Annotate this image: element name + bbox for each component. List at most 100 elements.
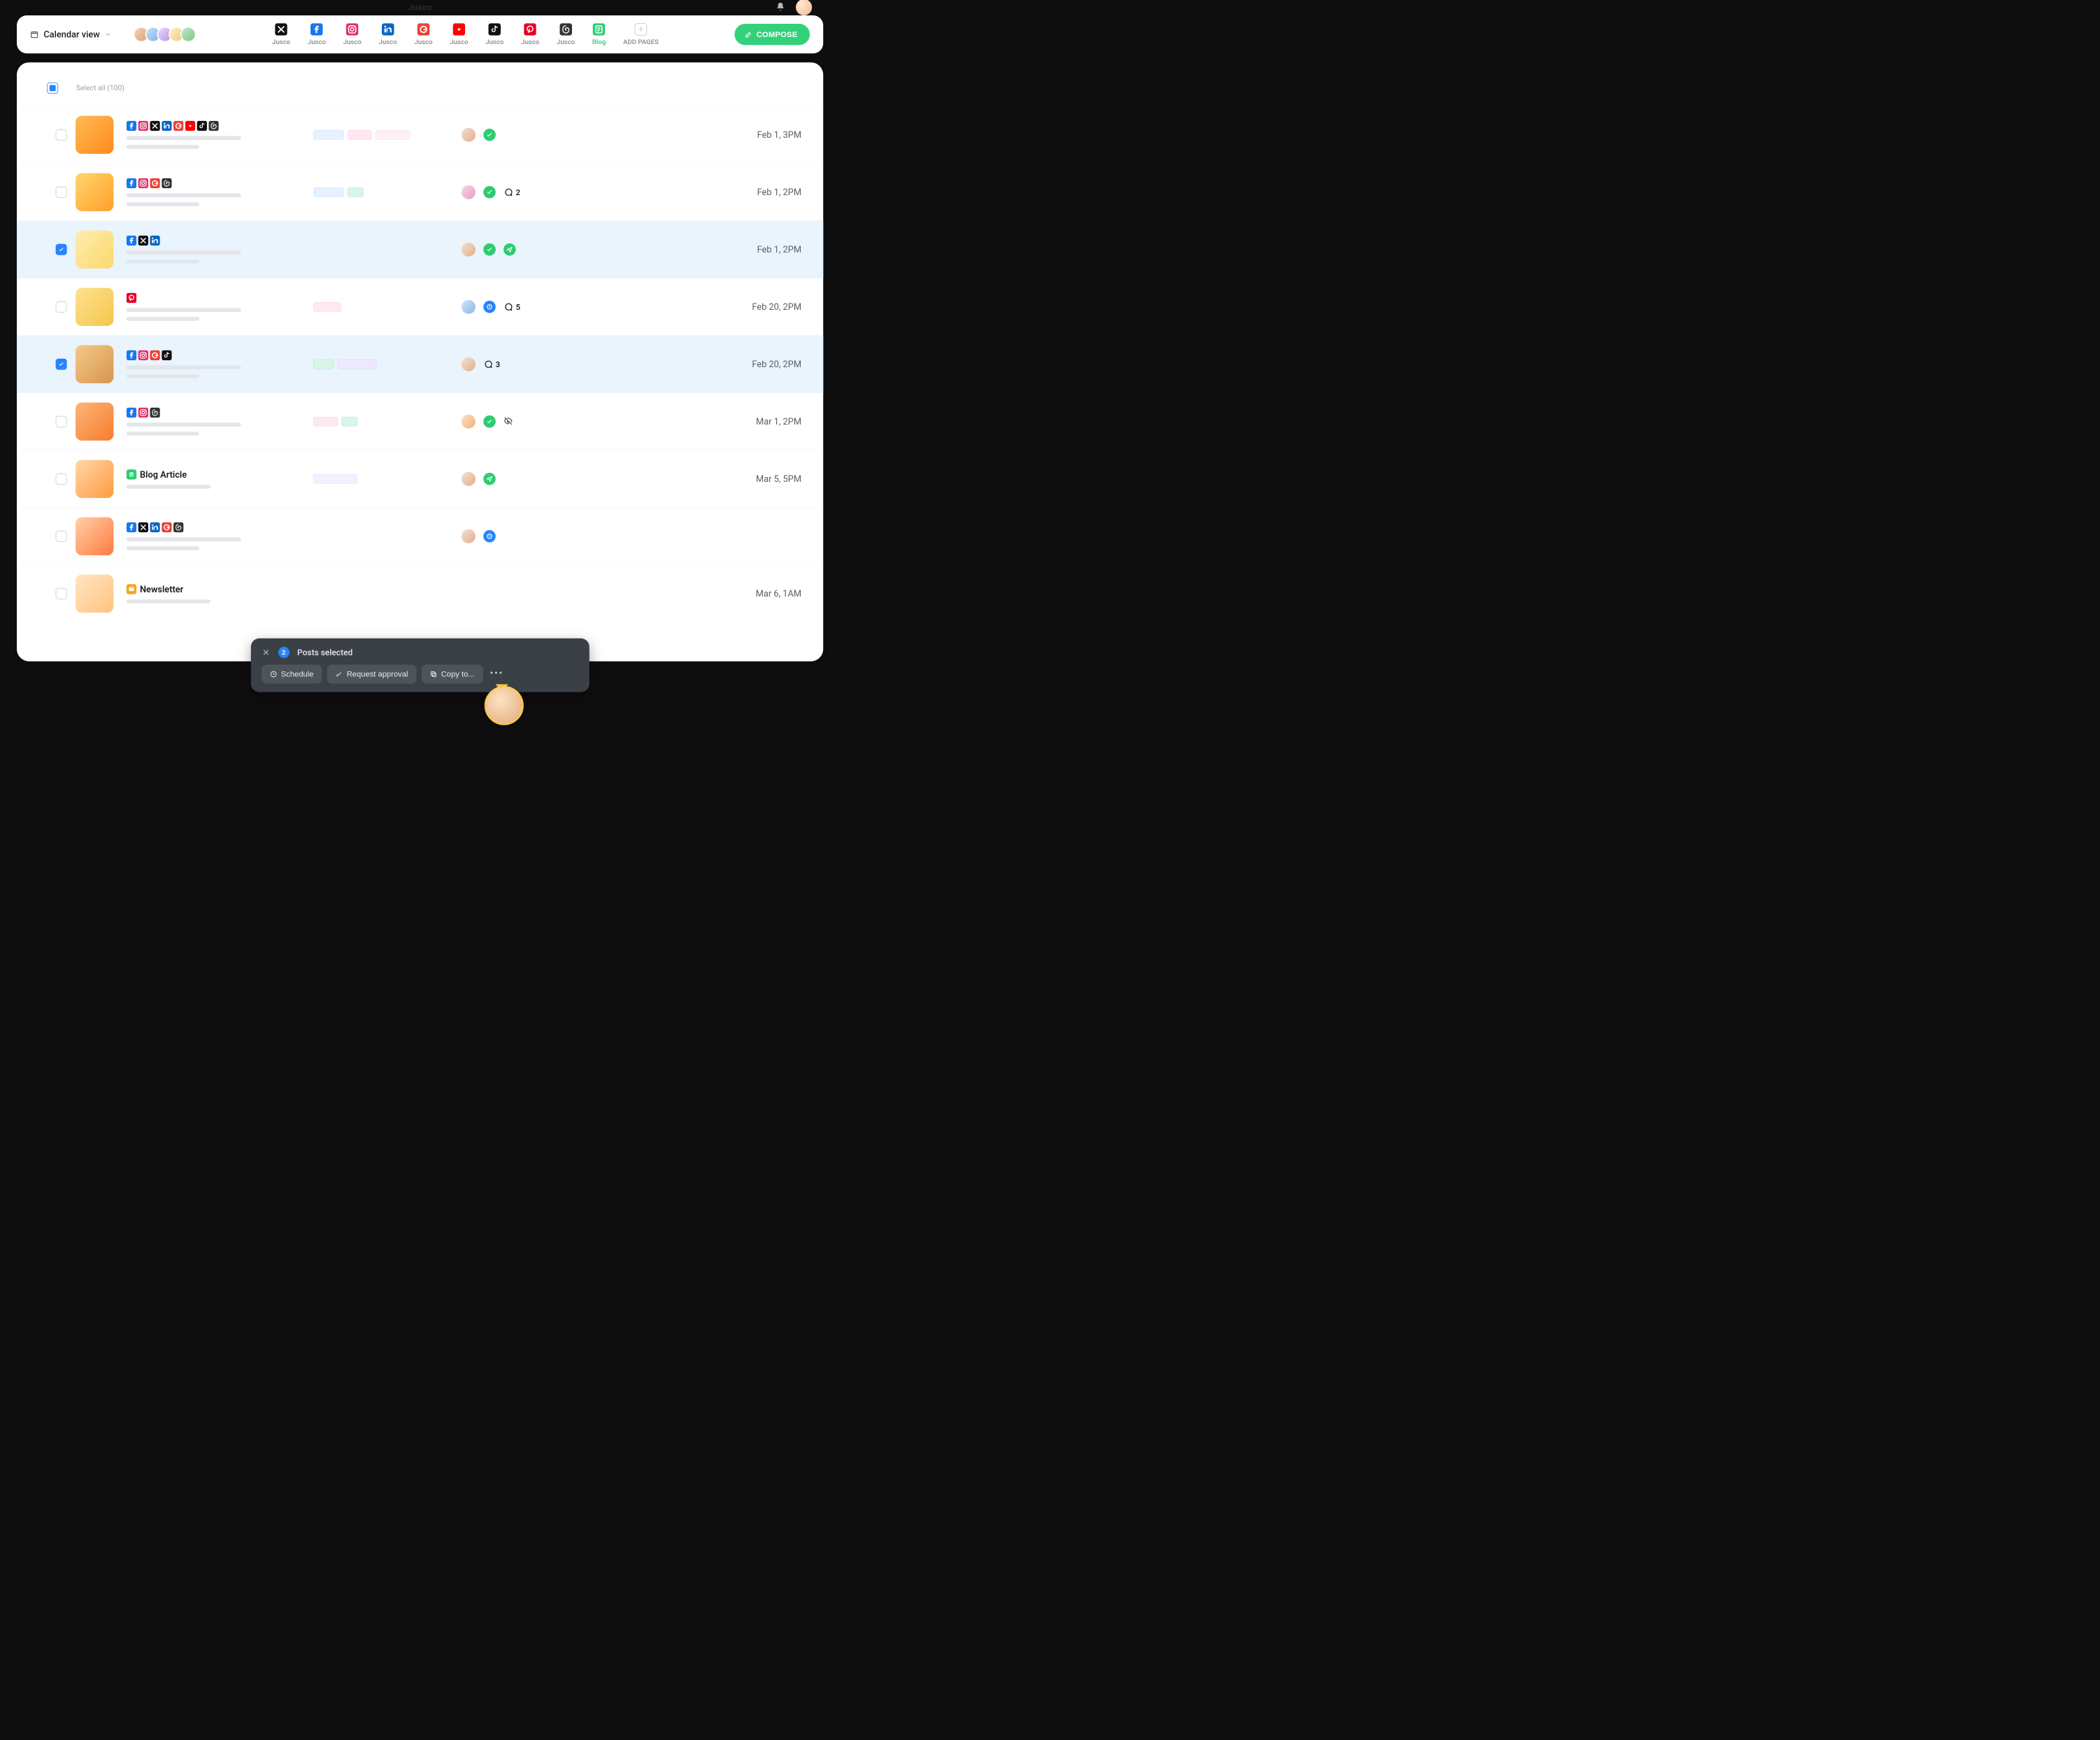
page-tab-instagram[interactable]: Jusco [343,23,362,45]
post-date: Mar 1, 2PM [607,416,803,427]
page-tab-youtube[interactable]: Jusco [450,23,468,45]
post-thumbnail[interactable] [76,288,113,326]
top-strip: Jusco [17,1,823,15]
posts-panel: Select all (100) Feb 1, 3PM2Feb 1, 2PMFe… [17,62,823,661]
bulk-action-bar: 2 Posts selected Schedule Request approv… [251,639,590,692]
post-thumbnail[interactable] [76,231,113,269]
table-row[interactable] [17,508,823,565]
tag[interactable] [376,130,410,140]
table-row[interactable]: Feb 1, 2PM [17,221,823,278]
page-tab-label: Jusco [308,38,326,45]
page-tab-label: Jusco [450,38,468,45]
assignee-avatar[interactable] [462,300,476,314]
assignee-avatar[interactable] [462,128,476,142]
status-cell [462,529,607,543]
support-avatar[interactable] [485,686,524,725]
post-thumbnail[interactable] [76,116,113,154]
copy-to-button[interactable]: Copy to... [422,664,483,683]
compose-button[interactable]: COMPOSE [735,24,810,45]
add-pages-button[interactable]: +ADD PAGES [623,23,659,45]
post-thumbnail[interactable] [76,518,113,555]
linkedin-chip-icon [162,121,171,131]
post-title: Blog Article [140,469,187,480]
pinterest-chip-icon [127,293,136,303]
post-thumbnail[interactable] [76,403,113,441]
post-thumbnail[interactable] [76,345,113,383]
row-checkbox[interactable] [56,359,67,370]
row-checkbox[interactable] [56,301,67,313]
assignee-avatar[interactable] [462,415,476,429]
comments-indicator[interactable]: 2 [503,187,520,197]
page-tab-x[interactable]: Jusco [272,23,290,45]
page-tab-blog[interactable]: Blog [592,23,606,45]
tag[interactable] [341,417,357,427]
profile-avatar[interactable] [796,0,812,15]
tag[interactable] [337,359,376,369]
post-thumbnail[interactable] [76,575,113,613]
text-placeholder [127,136,241,140]
page-tab-threads[interactable]: Jusco [557,23,575,45]
table-row[interactable]: 3Feb 20, 2PM [17,336,823,393]
page-tab-google[interactable]: Jusco [414,23,432,45]
table-row[interactable]: Blog Article Mar 5, 5PM [17,450,823,508]
page-tab-label: Jusco [379,38,397,45]
team-avatars[interactable] [134,27,197,42]
row-checkbox[interactable] [56,588,67,599]
network-chips [127,522,305,532]
row-checkbox[interactable] [56,531,67,542]
comments-indicator[interactable]: 3 [483,359,500,369]
view-switcher[interactable]: Calendar view [30,29,110,40]
tag[interactable] [348,130,372,140]
table-row[interactable]: Feb 1, 3PM [17,106,823,164]
comments-indicator[interactable]: 5 [503,302,520,312]
row-checkbox[interactable] [56,416,67,427]
post-content [120,408,305,436]
page-tab-facebook[interactable]: Jusco [308,23,326,45]
assignee-avatar[interactable] [462,472,476,486]
page-tab-tiktok[interactable]: Jusco [485,23,503,45]
text-placeholder [127,193,241,197]
close-icon[interactable] [262,648,271,657]
post-thumbnail[interactable] [76,173,113,211]
table-row[interactable]: 5Feb 20, 2PM [17,278,823,336]
post-tags [305,359,462,369]
assignee-avatar[interactable] [462,357,476,371]
text-placeholder [127,485,210,489]
assignee-avatar[interactable] [462,243,476,257]
post-content: Blog Article [120,469,305,489]
text-placeholder [127,537,241,541]
table-row[interactable]: Mar 1, 2PM [17,393,823,450]
assignee-avatar[interactable] [462,185,476,199]
post-tags [305,302,462,312]
tag[interactable] [313,474,357,484]
table-row[interactable]: NewsletterMar 6, 1AM [17,565,823,622]
assignee-avatar[interactable] [462,529,476,543]
threads-chip-icon [208,121,218,131]
post-date: Mar 5, 5PM [607,473,803,484]
more-actions-button[interactable]: ••• [488,664,506,682]
row-checkbox[interactable] [56,129,67,141]
tag[interactable] [313,302,341,312]
notifications-icon[interactable] [776,2,785,13]
page-tab-pinterest[interactable]: Jusco [521,23,539,45]
pinterest-icon [524,23,536,36]
post-thumbnail[interactable] [76,460,113,498]
page-tab-label: Jusco [521,38,539,45]
status-cell [462,415,607,429]
table-row[interactable]: 2Feb 1, 2PM [17,164,823,221]
status-sent [503,243,516,256]
select-all-checkbox[interactable] [47,83,58,94]
post-content: Newsletter [120,584,305,604]
page-tab-linkedin[interactable]: Jusco [379,23,397,45]
request-approval-button[interactable]: Request approval [327,664,417,683]
tag[interactable] [313,187,344,197]
tag[interactable] [313,359,334,369]
row-checkbox[interactable] [56,473,67,485]
row-checkbox[interactable] [56,244,67,255]
row-checkbox[interactable] [56,187,67,198]
tag[interactable] [313,417,338,427]
tag[interactable] [313,130,344,140]
select-all-label: Select all (100) [76,84,124,92]
tag[interactable] [348,187,364,197]
schedule-button[interactable]: Schedule [262,664,322,683]
